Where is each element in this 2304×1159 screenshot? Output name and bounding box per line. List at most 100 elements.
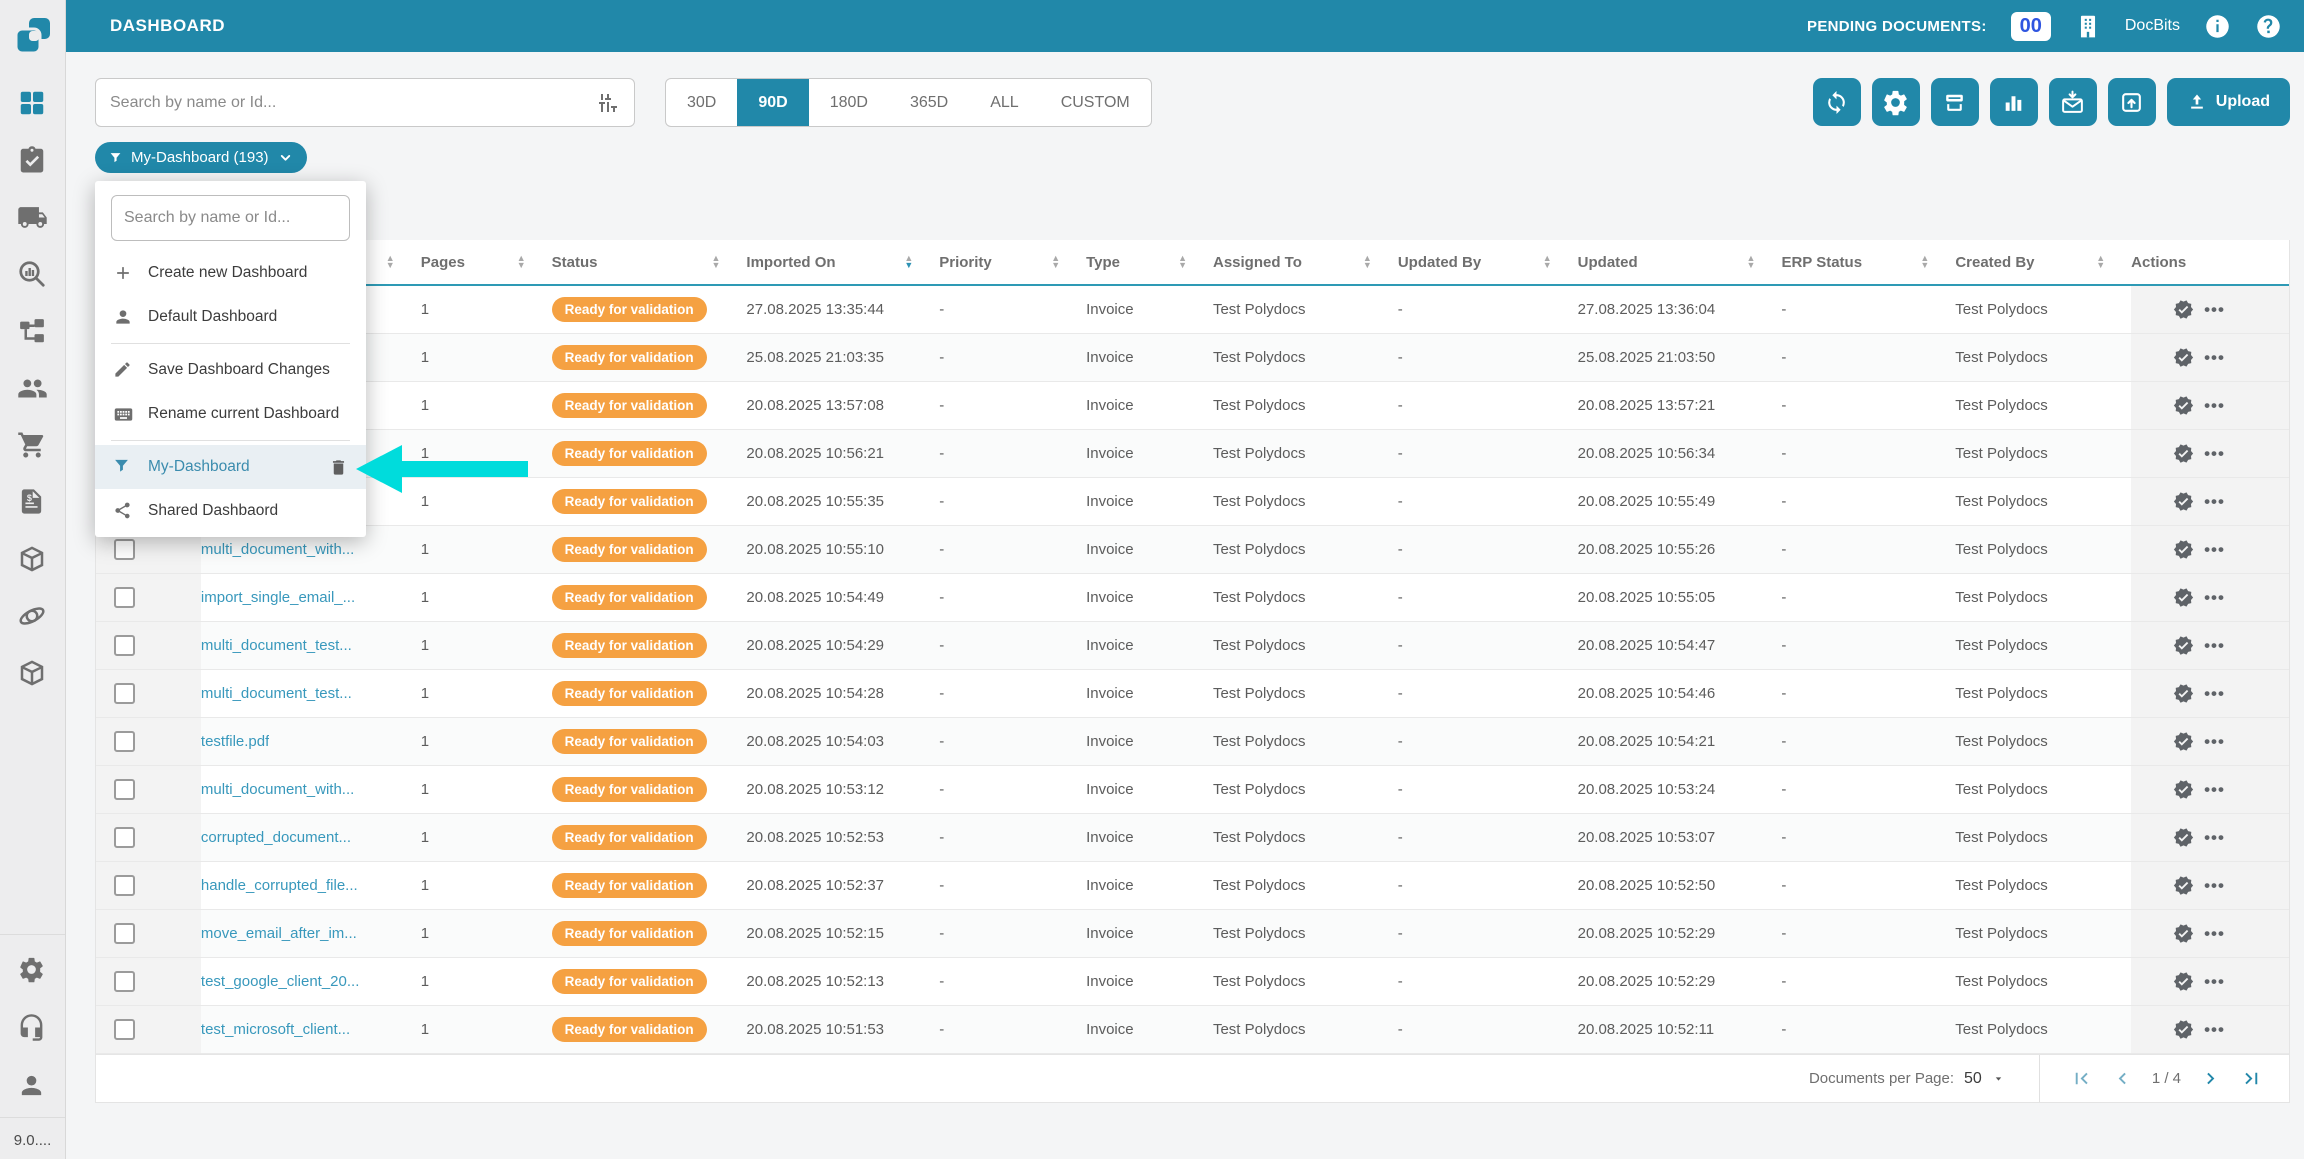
more-actions-icon[interactable]: ••• xyxy=(2204,780,2225,800)
sidebar-item-package2-icon[interactable] xyxy=(17,658,49,690)
sidebar-item-cart-icon[interactable] xyxy=(17,430,49,462)
range-button-90d[interactable]: 90D xyxy=(737,79,809,126)
menu-item-create-new-dashboard[interactable]: Create new Dashboard xyxy=(95,251,366,295)
row-checkbox[interactable] xyxy=(114,923,135,944)
sidebar-item-people-icon[interactable] xyxy=(17,373,49,405)
sort-control-updated_by[interactable]: ▲ ▼ xyxy=(1543,254,1552,270)
more-actions-icon[interactable]: ••• xyxy=(2204,300,2225,320)
menu-item-my-dashboard[interactable]: My-Dashboard xyxy=(95,445,366,489)
certificate-icon[interactable] xyxy=(2173,779,2194,800)
document-link[interactable]: multi_document_test... xyxy=(201,685,352,702)
certificate-icon[interactable] xyxy=(2173,491,2194,512)
sidebar-item-package-icon[interactable] xyxy=(17,544,49,576)
more-actions-icon[interactable]: ••• xyxy=(2204,732,2225,752)
previous-page-button[interactable] xyxy=(2111,1067,2134,1090)
row-checkbox[interactable] xyxy=(114,731,135,752)
caret-down-icon[interactable] xyxy=(1992,1072,2005,1085)
certificate-icon[interactable] xyxy=(2173,875,2194,896)
row-checkbox[interactable] xyxy=(114,971,135,992)
more-actions-icon[interactable]: ••• xyxy=(2204,540,2225,560)
row-checkbox[interactable] xyxy=(114,779,135,800)
column-header-imported[interactable]: Imported On ▲ ▼ xyxy=(746,240,939,284)
more-actions-icon[interactable]: ••• xyxy=(2204,972,2225,992)
certificate-icon[interactable] xyxy=(2173,443,2194,464)
menu-item-default-dashboard[interactable]: Default Dashboard xyxy=(95,295,366,339)
range-button-custom[interactable]: CUSTOM xyxy=(1040,79,1151,126)
next-page-button[interactable] xyxy=(2199,1067,2222,1090)
row-checkbox[interactable] xyxy=(114,539,135,560)
column-header-updated_by[interactable]: Updated By ▲ ▼ xyxy=(1398,240,1578,284)
filter-tune-icon[interactable] xyxy=(596,91,620,115)
bar-chart-button[interactable] xyxy=(1989,78,2038,126)
sidebar-item-headset-icon[interactable] xyxy=(17,1013,49,1045)
certificate-icon[interactable] xyxy=(2173,827,2194,848)
row-checkbox[interactable] xyxy=(114,683,135,704)
range-button-365d[interactable]: 365D xyxy=(889,79,969,126)
certificate-icon[interactable] xyxy=(2173,395,2194,416)
sort-control-erp[interactable]: ▲ ▼ xyxy=(1920,254,1929,270)
sidebar-item-profile-icon[interactable] xyxy=(17,1071,49,1103)
document-link[interactable]: testfile.pdf xyxy=(201,733,269,750)
more-actions-icon[interactable]: ••• xyxy=(2204,876,2225,896)
more-actions-icon[interactable]: ••• xyxy=(2204,396,2225,416)
menu-item-save-dashboard-changes[interactable]: Save Dashboard Changes xyxy=(95,348,366,392)
sort-control-pages[interactable]: ▲ ▼ xyxy=(517,254,526,270)
more-actions-icon[interactable]: ••• xyxy=(2204,636,2225,656)
column-header-type[interactable]: Type ▲ ▼ xyxy=(1086,240,1213,284)
range-button-30d[interactable]: 30D xyxy=(666,79,737,126)
document-link[interactable]: corrupted_document... xyxy=(201,829,351,846)
sort-control-updated[interactable]: ▲ ▼ xyxy=(1747,254,1756,270)
scanner-button[interactable] xyxy=(1930,78,1979,126)
sidebar-item-settings-icon[interactable] xyxy=(17,955,49,987)
more-actions-icon[interactable]: ••• xyxy=(2204,828,2225,848)
info-icon[interactable] xyxy=(2204,13,2231,40)
sort-control-status[interactable]: ▲ ▼ xyxy=(712,254,721,270)
document-link[interactable]: import_single_email_... xyxy=(201,589,355,606)
mail-import-button[interactable] xyxy=(2048,78,2097,126)
dashboard-selector-button[interactable]: My-Dashboard (193) xyxy=(95,142,307,173)
certificate-icon[interactable] xyxy=(2173,971,2194,992)
row-checkbox[interactable] xyxy=(114,827,135,848)
document-link[interactable]: test_microsoft_client... xyxy=(201,1021,350,1038)
more-actions-icon[interactable]: ••• xyxy=(2204,1020,2225,1040)
range-button-180d[interactable]: 180D xyxy=(809,79,889,126)
sidebar-item-dashboard-grid-icon[interactable] xyxy=(17,88,49,120)
settings-button[interactable] xyxy=(1871,78,1920,126)
column-header-assigned[interactable]: Assigned To ▲ ▼ xyxy=(1213,240,1398,284)
menu-item-rename-current-dashboard[interactable]: Rename current Dashboard xyxy=(95,392,366,436)
column-header-status[interactable]: Status ▲ ▼ xyxy=(552,240,747,284)
sort-control-name[interactable]: ▲ ▼ xyxy=(386,254,395,270)
column-header-pages[interactable]: Pages ▲ ▼ xyxy=(421,240,552,284)
sort-control-imported[interactable]: ▲ ▼ xyxy=(904,254,913,270)
range-button-all[interactable]: ALL xyxy=(969,79,1039,126)
document-link[interactable]: multi_document_with... xyxy=(201,781,354,798)
certificate-icon[interactable] xyxy=(2173,347,2194,368)
sidebar-item-orbit-icon[interactable] xyxy=(17,601,49,633)
sort-control-assigned[interactable]: ▲ ▼ xyxy=(1363,254,1372,270)
document-link[interactable]: multi_document_with... xyxy=(201,541,354,558)
row-checkbox[interactable] xyxy=(114,875,135,896)
more-actions-icon[interactable]: ••• xyxy=(2204,348,2225,368)
column-header-updated[interactable]: Updated ▲ ▼ xyxy=(1578,240,1782,284)
sync-button[interactable] xyxy=(1812,78,1861,126)
sidebar-item-clipboard-check-icon[interactable] xyxy=(17,145,49,177)
more-actions-icon[interactable]: ••• xyxy=(2204,924,2225,944)
column-header-priority[interactable]: Priority ▲ ▼ xyxy=(939,240,1086,284)
sort-control-created_by[interactable]: ▲ ▼ xyxy=(2096,254,2105,270)
delete-dashboard-icon[interactable] xyxy=(329,458,348,477)
more-actions-icon[interactable]: ••• xyxy=(2204,492,2225,512)
docbits-logo-icon[interactable] xyxy=(12,14,54,58)
document-link[interactable]: multi_document_test... xyxy=(201,637,352,654)
help-icon[interactable] xyxy=(2255,13,2282,40)
sidebar-item-search-stats-icon[interactable] xyxy=(17,259,49,291)
certificate-icon[interactable] xyxy=(2173,1019,2194,1040)
sidebar-item-truck-icon[interactable] xyxy=(17,202,49,234)
box-upload-button[interactable] xyxy=(2107,78,2156,126)
document-link[interactable]: test_google_client_20... xyxy=(201,973,359,990)
column-header-erp[interactable]: ERP Status ▲ ▼ xyxy=(1781,240,1955,284)
document-link[interactable]: move_email_after_im... xyxy=(201,925,357,942)
menu-item-shared-dashbaord[interactable]: Shared Dashbaord xyxy=(95,489,366,533)
more-actions-icon[interactable]: ••• xyxy=(2204,684,2225,704)
more-actions-icon[interactable]: ••• xyxy=(2204,588,2225,608)
certificate-icon[interactable] xyxy=(2173,299,2194,320)
